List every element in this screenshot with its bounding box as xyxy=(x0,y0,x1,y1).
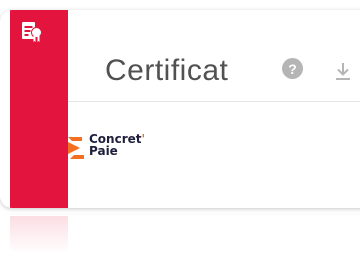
header-divider xyxy=(68,101,360,102)
concret-paie-logo: Concret' Paie xyxy=(68,133,145,161)
logo-text: Concret' Paie xyxy=(89,133,145,157)
reflection-line xyxy=(10,214,360,215)
accent-bar xyxy=(10,10,68,208)
certificate-card: Certificat ? Concret' Paie xyxy=(0,10,360,208)
logo-apostrophe: ' xyxy=(141,132,146,146)
concret-logo-icon xyxy=(68,137,84,159)
help-icon-glyph: ? xyxy=(288,60,297,77)
help-icon[interactable]: ? xyxy=(282,58,303,79)
page-title: Certificat xyxy=(105,54,229,87)
logo-line-2: Paie xyxy=(89,144,118,158)
certificate-icon xyxy=(22,22,42,42)
accent-reflection xyxy=(10,216,68,254)
download-icon[interactable] xyxy=(334,62,352,82)
